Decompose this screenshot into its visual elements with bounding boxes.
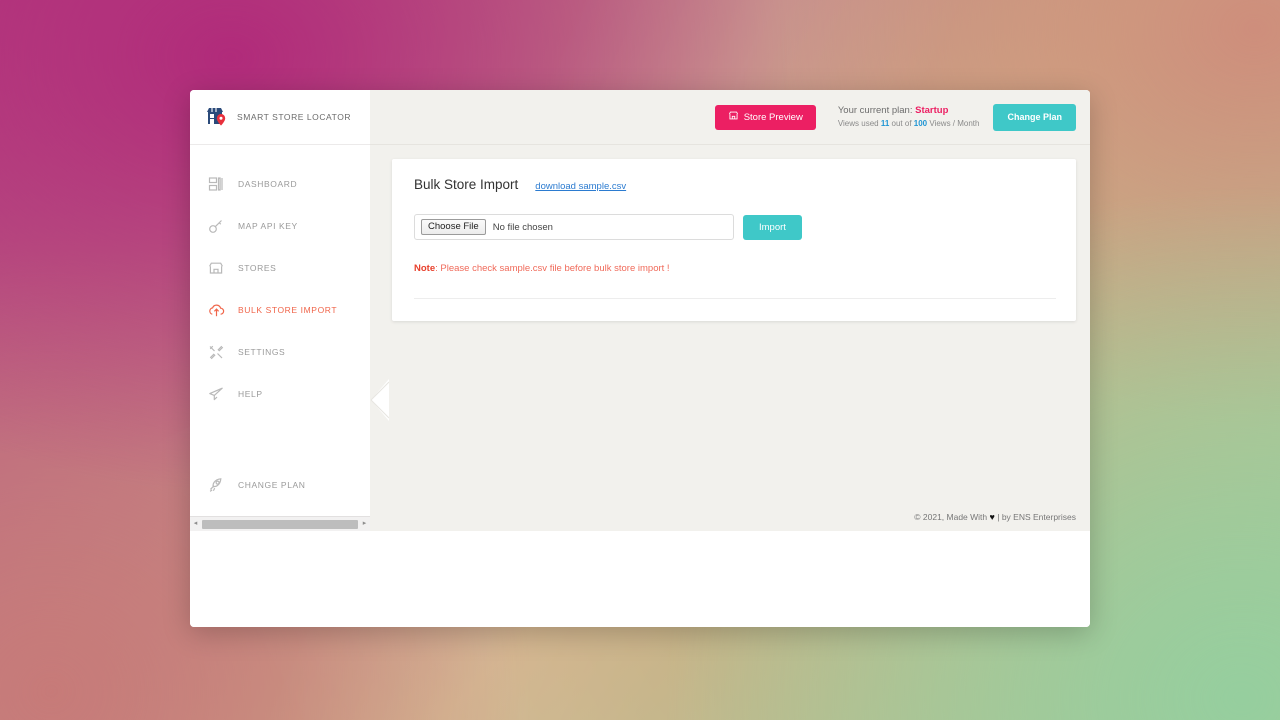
bulk-import-card: Bulk Store Import download sample.csv Ch… bbox=[392, 159, 1076, 321]
card-header: Bulk Store Import download sample.csv bbox=[414, 177, 1056, 192]
dashboard-icon bbox=[207, 175, 225, 193]
sidebar-item-label: STORES bbox=[238, 263, 277, 273]
sidebar-nav: DASHBOARD MAP API KEY STORES BULK STORE … bbox=[190, 145, 370, 464]
window-empty-bottom bbox=[190, 531, 1090, 627]
sidebar-item-label: SETTINGS bbox=[238, 347, 286, 357]
content-area: Bulk Store Import download sample.csv Ch… bbox=[370, 145, 1090, 531]
note-text: : Please check sample.csv file before bu… bbox=[435, 263, 670, 274]
sidebar-bottom: CHANGE PLAN bbox=[190, 464, 370, 516]
paper-plane-icon bbox=[207, 385, 225, 403]
choose-file-button[interactable]: Choose File bbox=[421, 218, 486, 236]
sidebar-item-change-plan[interactable]: CHANGE PLAN bbox=[190, 464, 370, 506]
views-suffix: Views / Month bbox=[929, 119, 980, 129]
store-location-pin-icon bbox=[204, 105, 228, 129]
current-plan-name: Startup bbox=[915, 105, 949, 117]
footer-text-before: © 2021, Made With bbox=[914, 512, 988, 522]
sidebar: SMART STORE LOCATOR DASHBOARD MAP API KE… bbox=[190, 90, 370, 531]
import-button[interactable]: Import bbox=[743, 214, 802, 240]
right-panel: Store Preview Your current plan: Startup… bbox=[370, 90, 1090, 531]
app-window: SMART STORE LOCATOR DASHBOARD MAP API KE… bbox=[190, 90, 1090, 627]
scroll-left-arrow-icon[interactable]: ◂ bbox=[190, 518, 201, 530]
views-total-count: 100 bbox=[913, 119, 928, 129]
note-message: Note: Please check sample.csv file befor… bbox=[414, 263, 1056, 274]
change-plan-button[interactable]: Change Plan bbox=[993, 103, 1076, 131]
current-plan-line: Your current plan: Startup bbox=[838, 104, 980, 118]
scrollbar-thumb[interactable] bbox=[202, 519, 358, 529]
page-title: Bulk Store Import bbox=[414, 177, 519, 192]
store-preview-label: Store Preview bbox=[743, 111, 803, 123]
footer-credit: © 2021, Made With ♥ | by ENS Enterprises bbox=[914, 512, 1076, 522]
brand-name: SMART STORE LOCATOR bbox=[237, 112, 352, 122]
key-icon bbox=[207, 217, 225, 235]
store-icon bbox=[728, 110, 739, 124]
views-prefix: Views used bbox=[837, 119, 879, 129]
sidebar-item-map-api-key[interactable]: MAP API KEY bbox=[190, 205, 370, 247]
import-form-row: Choose File No file chosen Import bbox=[414, 214, 1056, 240]
plan-info: Your current plan: Startup Views used 11… bbox=[838, 104, 980, 129]
sidebar-item-label: CHANGE PLAN bbox=[238, 480, 306, 490]
sidebar-item-label: MAP API KEY bbox=[238, 221, 298, 231]
heart-icon: ♥ bbox=[989, 512, 995, 522]
note-label: Note bbox=[414, 263, 436, 274]
app-body: SMART STORE LOCATOR DASHBOARD MAP API KE… bbox=[190, 90, 1090, 531]
store-preview-button[interactable]: Store Preview bbox=[714, 104, 816, 130]
sidebar-item-bulk-store-import[interactable]: BULK STORE IMPORT bbox=[190, 289, 370, 331]
sidebar-horizontal-scrollbar[interactable]: ◂ ▸ bbox=[190, 516, 370, 531]
current-plan-prefix: Your current plan: bbox=[837, 105, 913, 117]
views-middle: out of bbox=[891, 119, 912, 129]
views-used-count: 11 bbox=[880, 119, 890, 129]
sidebar-item-label: HELP bbox=[238, 389, 263, 399]
sidebar-item-settings[interactable]: SETTINGS bbox=[190, 331, 370, 373]
file-chosen-status: No file chosen bbox=[492, 221, 553, 233]
cloud-upload-icon bbox=[207, 301, 225, 319]
tools-icon bbox=[207, 343, 225, 361]
shop-icon bbox=[207, 259, 225, 277]
brand-header[interactable]: SMART STORE LOCATOR bbox=[190, 90, 370, 145]
sidebar-item-label: BULK STORE IMPORT bbox=[238, 305, 338, 315]
sidebar-item-help[interactable]: HELP bbox=[190, 373, 370, 415]
card-footer-spacer bbox=[414, 299, 1056, 321]
topbar: Store Preview Your current plan: Startup… bbox=[370, 90, 1090, 145]
file-input[interactable]: Choose File No file chosen bbox=[414, 214, 734, 240]
sidebar-item-label: DASHBOARD bbox=[238, 179, 298, 189]
sidebar-item-dashboard[interactable]: DASHBOARD bbox=[190, 163, 370, 205]
download-sample-csv-link[interactable]: download sample.csv bbox=[535, 181, 626, 192]
views-usage-line: Views used 11 out of 100 Views / Month bbox=[838, 118, 980, 130]
scroll-right-arrow-icon[interactable]: ▸ bbox=[359, 518, 370, 530]
rocket-icon bbox=[207, 476, 225, 494]
footer-text-after: | by ENS Enterprises bbox=[997, 512, 1076, 522]
sidebar-item-stores[interactable]: STORES bbox=[190, 247, 370, 289]
